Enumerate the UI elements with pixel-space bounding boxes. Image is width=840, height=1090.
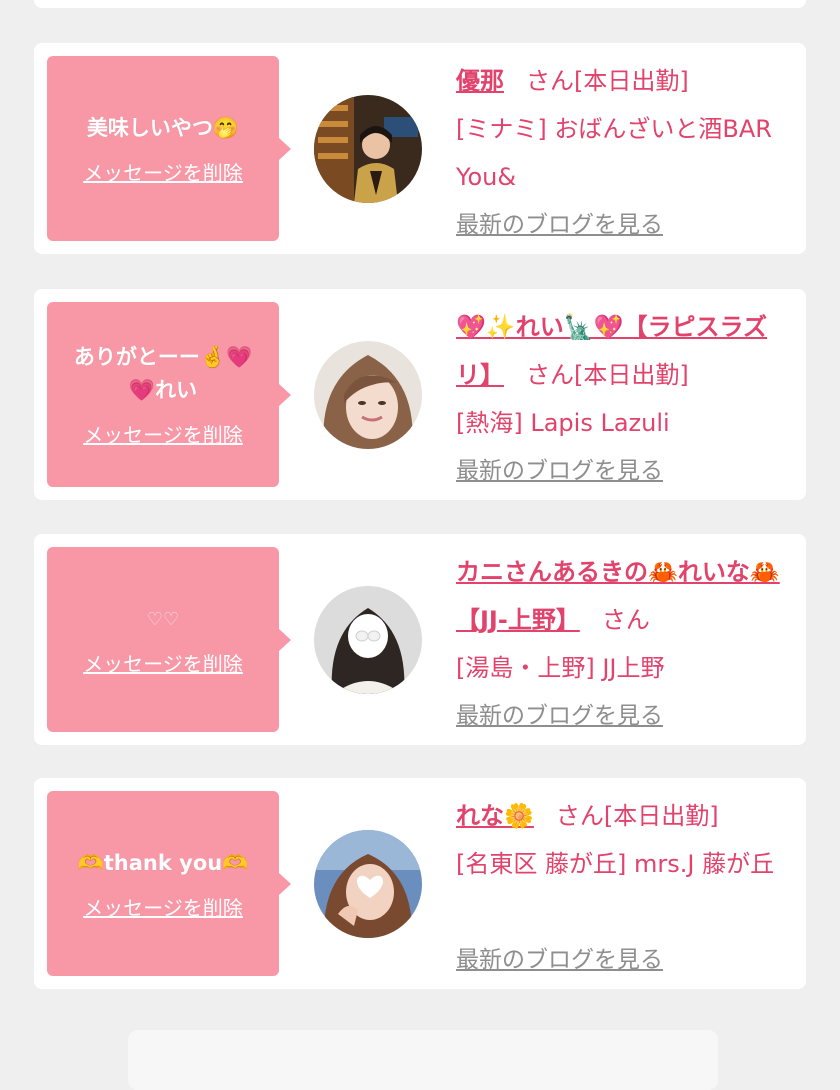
message-text: 美味しいやつ🤭 xyxy=(86,115,240,140)
shop-name: [熱海] Lapis Lazuli xyxy=(456,409,670,437)
message-bubble: 美味しいやつ🤭 メッセージを削除 xyxy=(47,56,291,241)
delete-message-link[interactable]: メッセージを削除 xyxy=(83,648,243,677)
cast-status: さん[本日出勤] xyxy=(526,67,689,95)
message-card: ♡♡ メッセージを削除 カニさんあるきの🦀れいな🦀【JJ-上野】 さん [湯島・上… xyxy=(34,534,806,745)
message-card: 🫶thank you🫶 メッセージを削除 れな🌼 さん[本日出勤] [名東区 藤が… xyxy=(34,778,806,989)
shop-name: [ミナミ] おばんざいと酒BAR You& xyxy=(456,115,772,191)
message-bubble: 🫶thank you🫶 メッセージを削除 xyxy=(47,791,291,976)
cast-info: 💖✨れい🗽💖【ラピスラズリ】 さん[本日出勤] [熱海] Lapis Lazuli xyxy=(456,303,794,447)
cast-name-link[interactable]: 優那 xyxy=(456,67,504,95)
cast-info: れな🌼 さん[本日出勤] [名東区 藤が丘] mrs.J 藤が丘 xyxy=(456,792,794,888)
cast-status: さん[本日出勤] xyxy=(555,802,719,830)
cast-name-link[interactable]: れな🌼 xyxy=(456,802,534,830)
message-text: 🫶thank you🫶 xyxy=(77,850,249,875)
message-text: ありがとーー🤞💗💗れい xyxy=(73,345,253,402)
latest-blog-link[interactable]: 最新のブログを見る xyxy=(456,205,663,239)
cast-status: さん xyxy=(601,606,650,634)
message-bubble: ♡♡ メッセージを削除 xyxy=(47,547,291,732)
latest-blog-link[interactable]: 最新のブログを見る xyxy=(456,696,663,730)
message-text: ♡♡ xyxy=(146,608,180,630)
next-section-card xyxy=(128,1030,718,1090)
shop-name: [名東区 藤が丘] mrs.J 藤が丘 xyxy=(456,850,775,878)
avatar[interactable] xyxy=(314,95,422,203)
avatar[interactable] xyxy=(314,341,422,449)
delete-message-link[interactable]: メッセージを削除 xyxy=(83,157,243,186)
shop-name: [湯島・上野] JJ上野 xyxy=(456,654,665,682)
avatar[interactable] xyxy=(314,830,422,938)
cast-status: さん[本日出勤] xyxy=(526,361,689,389)
previous-card-edge xyxy=(34,0,806,8)
delete-message-link[interactable]: メッセージを削除 xyxy=(83,419,243,448)
message-bubble: ありがとーー🤞💗💗れい メッセージを削除 xyxy=(47,302,291,487)
latest-blog-link[interactable]: 最新のブログを見る xyxy=(456,451,663,485)
cast-info: カニさんあるきの🦀れいな🦀【JJ-上野】 さん [湯島・上野] JJ上野 xyxy=(456,548,794,692)
cast-info: 優那 さん[本日出勤] [ミナミ] おばんざいと酒BAR You& xyxy=(456,57,794,201)
delete-message-link[interactable]: メッセージを削除 xyxy=(83,892,243,921)
avatar[interactable] xyxy=(314,586,422,694)
message-card: 美味しいやつ🤭 メッセージを削除 優那 さん[本日出勤] [ミナミ] おばんざいと… xyxy=(34,43,806,254)
message-card: ありがとーー🤞💗💗れい メッセージを削除 💖✨れい🗽💖【ラピスラズリ】 さん[本日… xyxy=(34,289,806,500)
latest-blog-link[interactable]: 最新のブログを見る xyxy=(456,940,663,974)
